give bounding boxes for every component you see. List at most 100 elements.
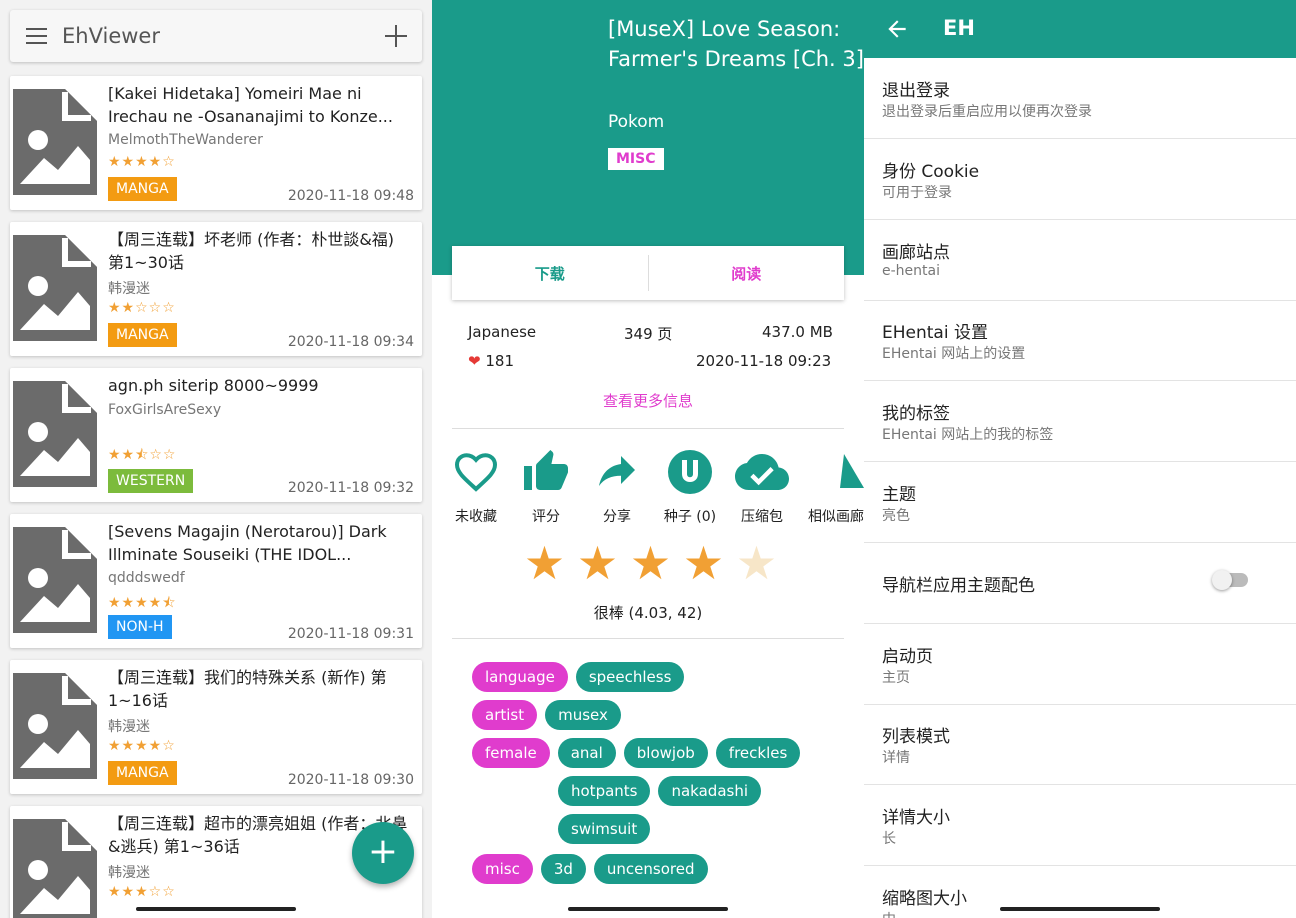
archive-action[interactable]: 压缩包 [726,448,798,526]
settings-row[interactable]: 详情大小长 [864,785,1296,867]
heart-outline-icon [454,453,498,492]
card-title: agn.ph siterip 8000~9999 [108,376,319,395]
star-icon: ★ [629,536,672,590]
favorite-action[interactable]: 未收藏 [440,448,512,526]
menu-icon[interactable] [10,10,62,62]
gallery-uploader[interactable]: Pokom [608,112,664,132]
category-badge: MANGA [108,177,177,201]
tag-chip[interactable]: musex [545,700,621,730]
share-action[interactable]: 分享 [581,448,653,526]
card-date: 2020-11-18 09:34 [287,334,414,350]
card-rating-stars: ★★★★⯪ [108,595,177,611]
tag-row: hotpants nakadashi [558,776,762,806]
card-date: 2020-11-18 09:48 [287,188,414,204]
star-icon: ★ [523,536,566,590]
more-info-link[interactable]: 查看更多信息 [432,390,864,411]
card-uploader: 韩漫迷 [108,865,150,881]
settings-row[interactable]: 退出登录退出登录后重启应用以便再次登录 [864,58,1296,139]
card-rating-stars: ★★★★☆ [108,154,176,170]
star-icon: ★ [682,536,725,590]
settings-row[interactable]: 我的标签 EHentai 网站上的我的标签 [864,381,1296,463]
gallery-card[interactable]: agn.ph siterip 8000~9999 FoxGirlsAreSexy ★… [10,368,422,502]
gallery-card[interactable]: [Kakei Hidetaka] Yomeiri Mae ni Irechau … [10,76,422,210]
action-bar: 下载 阅读 [452,246,844,300]
tag-namespace[interactable]: female [472,738,550,768]
settings-row-title: 身份 Cookie [882,161,980,182]
tag-chip[interactable]: swimsuit [558,814,651,844]
rating-stars[interactable]: ★ ★ ★ ★ ★ [518,538,783,588]
toggle-thumb [1212,569,1232,590]
settings-row[interactable]: 启动页 主页 [864,624,1296,705]
card-date: 2020-11-18 09:32 [287,480,414,496]
share-arrow-icon [599,456,635,486]
fab-add-button[interactable]: + [352,822,414,884]
tag-row: artist musex [472,700,621,730]
rate-action[interactable]: 评分 [510,448,582,526]
similar-action[interactable]: 相似画廊 [800,448,864,526]
toolbar: EH [864,0,1296,58]
image-placeholder-icon [10,378,100,490]
favorite-count: ❤ 181 [468,352,514,370]
back-arrow-icon[interactable] [884,16,910,42]
tag-chip[interactable]: freckles [715,738,801,768]
tag-chip[interactable]: anal [557,738,616,768]
settings-row-subtitle: EHentai 网站上的我的标签 [882,427,1054,444]
card-uploader: 韩漫迷 [108,719,150,735]
tag-chip[interactable]: 3d [540,854,586,884]
settings-row-subtitle: 中 [882,909,896,918]
similar-gallery-icon [840,454,864,488]
category-badge: WESTERN [108,469,194,493]
divider [452,638,844,639]
tag-chip[interactable]: uncensored [593,854,708,884]
image-placeholder-icon [10,232,100,344]
settings-row-title: 列表模式 [882,727,950,748]
tag-chip[interactable]: blowjob [623,738,708,768]
download-button[interactable]: 下载 [452,263,648,284]
share-label: 分享 [603,509,631,525]
tag-chip[interactable]: speechless [575,662,685,692]
search-bar[interactable]: EhViewer [10,10,422,62]
card-uploader: 韩漫迷 [108,281,150,297]
card-title: [Kakei Hidetaka] Yomeiri Mae ni Irechau … [108,84,393,126]
rate-label: 评分 [532,509,560,525]
divider [452,428,844,429]
settings-row[interactable]: 导航栏应用主题配色 [864,543,1296,624]
settings-row[interactable]: 身份 Cookie 可用于登录 [864,139,1296,220]
tag-namespace[interactable]: artist [472,700,538,730]
image-placeholder-icon [10,670,100,782]
tag-namespace[interactable]: language [472,662,568,692]
tag-chip[interactable]: nakadashi [658,776,762,806]
settings-row-subtitle: 亮色 [882,508,910,524]
settings-row-subtitle: 详情 [882,750,910,767]
gallery-card[interactable]: 【周三连载】坏老师 (作者：朴世談&福) 第1~30话 韩漫迷 ★★☆☆☆ MANGA… [10,222,422,356]
card-uploader: FoxGirlsAreSexy [108,402,222,418]
tag-namespace[interactable]: misc [472,854,533,884]
settings-row-subtitle: 退出登录后重启应用以便再次登录 [882,104,1092,120]
card-title: 【周三连载】我们的特殊关系 (新作) 第1~16话 [108,668,387,710]
card-title: 【周三连载】坏老师 (作者：朴世談&福) 第1~30话 [108,230,395,272]
card-title: [Sevens Magajin (Nerotarou)] Dark Illmin… [108,522,387,564]
torrent-action[interactable]: 种子 (0) [654,448,726,526]
image-placeholder-icon [10,816,100,918]
nav-theme-toggle[interactable] [1212,569,1248,590]
add-icon[interactable] [370,10,422,62]
settings-row[interactable]: 主题 亮色 [864,462,1296,543]
card-uploader: qdddswedf [108,570,185,586]
settings-row[interactable]: 画廊站点 e-hentai [864,220,1296,301]
language-value: Japanese [468,323,537,341]
settings-row-title: 退出登录 [882,81,950,101]
settings-row-title: 缩略图大小 [882,889,967,909]
gallery-title: [MuseX] Love Season: Farmer's Dreams [Ch… [608,17,864,71]
rating-text: 很棒 (4.03, 42) [593,604,703,622]
read-button[interactable]: 阅读 [649,263,845,284]
settings-row[interactable]: EHentai 设置 EHentai 网站上的设置 [864,300,1296,382]
settings-row-title: 画廊站点 [882,242,950,263]
settings-row[interactable]: 列表模式 详情 [864,704,1296,786]
card-date: 2020-11-18 09:31 [287,626,414,642]
settings-row-subtitle: e-hentai [882,262,940,279]
gallery-card[interactable]: 【周三连载】我们的特殊关系 (新作) 第1~16话 韩漫迷 ★★★★☆ MANGA 20… [10,660,422,794]
card-rating-stars: ★★☆☆☆ [108,300,176,316]
gallery-card[interactable]: [Sevens Magajin (Nerotarou)] Dark Illmin… [10,514,422,648]
star-icon: ★ [576,536,619,590]
tag-chip[interactable]: hotpants [558,776,651,806]
